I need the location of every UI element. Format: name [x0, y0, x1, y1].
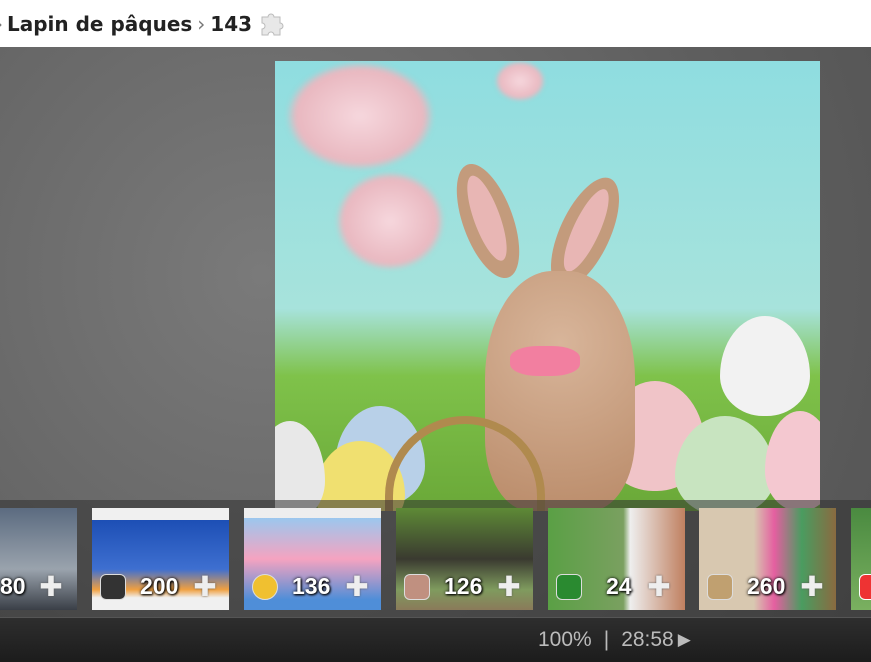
- puzzle-piece-icon: ✚: [497, 570, 521, 603]
- puzzle-piece-icon: ✚: [800, 570, 824, 603]
- timer: 28:58: [621, 628, 674, 651]
- thumbnail-puzzle[interactable]: 80 ✚: [0, 508, 77, 610]
- thumbnail-puzzle[interactable]: [851, 508, 871, 610]
- avatar: [252, 574, 278, 600]
- avatar: [556, 574, 582, 600]
- avatar: [404, 574, 430, 600]
- avatar: [707, 574, 733, 600]
- thumbnail-piece-count: 260: [747, 573, 786, 599]
- thumbnail-piece-count: 126: [444, 573, 483, 599]
- puzzle-piece-icon: ✚: [345, 570, 369, 603]
- thumbnail-puzzle[interactable]: 24 ✚: [548, 508, 685, 610]
- play-icon[interactable]: ▶: [678, 630, 691, 650]
- flag-icon: [859, 574, 871, 600]
- thumbnail-piece-count: 24: [606, 573, 632, 599]
- breadcrumb-category-link[interactable]: Lapin de pâques: [7, 12, 192, 36]
- thumbnail-puzzle[interactable]: 126 ✚: [396, 508, 533, 610]
- thumbnail-piece-count: 200: [140, 573, 179, 599]
- thumbnail-piece-count: 80: [0, 573, 26, 599]
- thumbnail-puzzle[interactable]: 136 ✚: [244, 508, 381, 610]
- thumbnail-puzzle[interactable]: 260 ✚: [699, 508, 836, 610]
- puzzle-piece-icon: ✚: [39, 570, 63, 603]
- puzzle-piece-icon: ✚: [193, 570, 217, 603]
- divider: |: [603, 628, 610, 651]
- puzzle-piece-icon: ✚: [647, 570, 671, 603]
- thumbnail-piece-count: 136: [292, 573, 331, 599]
- status-bar: 100% | 28:58 ▶: [0, 617, 871, 662]
- breadcrumb: › Lapin de pâques › 143: [0, 0, 871, 47]
- breadcrumb-separator: ›: [197, 11, 206, 36]
- piece-count: 143: [210, 11, 253, 36]
- puzzle-piece-icon: [261, 13, 284, 35]
- breadcrumb-arrow: ›: [0, 12, 3, 36]
- thumbnail-puzzle[interactable]: 200 ✚: [92, 508, 229, 610]
- zoom-level[interactable]: 100%: [538, 628, 592, 652]
- puzzle-image[interactable]: [275, 61, 820, 511]
- avatar: [100, 574, 126, 600]
